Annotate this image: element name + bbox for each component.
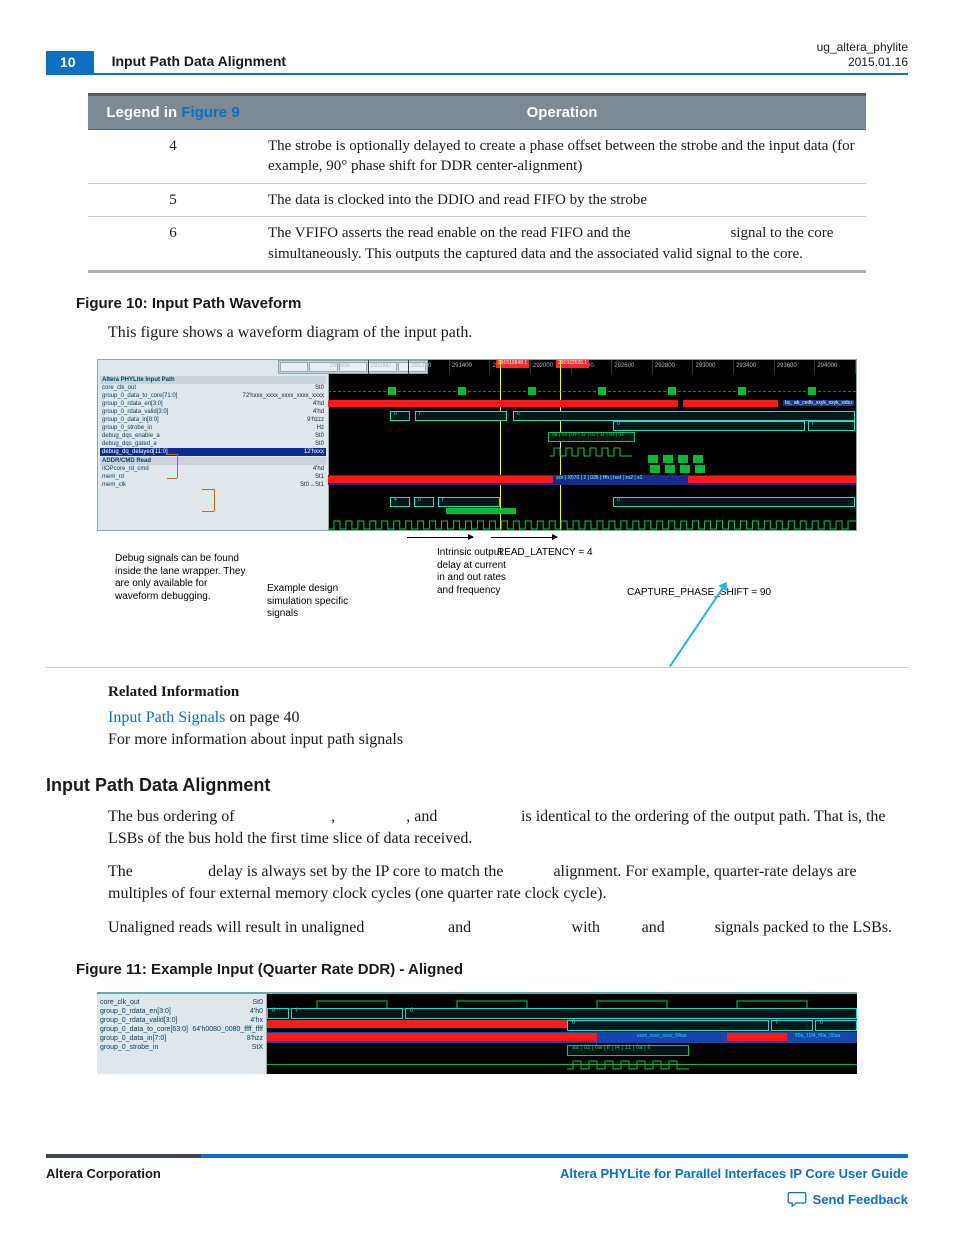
figure-11-title: Figure 11: Example Input (Quarter Rate D… xyxy=(76,961,908,978)
figure-11-plot: 0 f 0 0 f 0 xxxx_xxxx_xxxx_04aa ff0a_11f… xyxy=(267,994,857,1074)
figure-10-annotations: Debug signals can be found inside the la… xyxy=(97,531,857,641)
waveform-plot: bc_aded_cdee_cf89_cdaa ab_cedb_xxyk_xxyk… xyxy=(328,375,856,530)
page-number-chip: 10 xyxy=(46,51,94,73)
page-header: 10 Input Path Data Alignment ug_altera_p… xyxy=(46,40,908,75)
footer-company: Altera Corporation xyxy=(46,1166,161,1181)
input-path-signals-link[interactable]: Input Path Signals xyxy=(108,709,225,726)
annotation-read-latency: READ_LATENCY = 4 xyxy=(497,547,593,560)
legend-cell: 6 xyxy=(88,216,258,271)
figure-11-signal-list: core_clk_outSt0 group_0_rdata_en[3:0]4'h… xyxy=(97,994,267,1074)
annotation-debug: Debug signals can be found inside the la… xyxy=(115,553,250,603)
arrow-icon xyxy=(491,537,557,538)
table-row: 5 The data is clocked into the DDIO and … xyxy=(88,183,866,216)
figure-10-waveform: 2908002910002912002914002916002920002924… xyxy=(97,359,857,531)
figure-11-waveform: core_clk_outSt0 group_0_rdata_en[3:0]4'h… xyxy=(97,992,857,1074)
section-p1: The bus ordering of rdata_valid, rdata_e… xyxy=(108,806,908,849)
header-section-title: Input Path Data Alignment xyxy=(112,53,286,73)
annotation-example: Example design simulation specific signa… xyxy=(267,583,377,621)
waveform-timescale: 2908002910002912002914002916002920002924… xyxy=(328,360,856,374)
figure-10-caption: This figure shows a waveform diagram of … xyxy=(108,322,908,344)
toolbar-button-icon xyxy=(280,362,308,372)
divider-icon xyxy=(46,667,908,668)
red-bus-icon xyxy=(267,1020,567,1028)
section-p2: The rdata_en delay is always set by the … xyxy=(108,861,908,904)
section-heading: Input Path Data Alignment xyxy=(46,775,908,796)
th-legend: Legend in Figure 9 xyxy=(88,95,258,130)
operation-cell: The strobe is optionally delayed to crea… xyxy=(258,130,866,184)
table-row: 4 The strobe is optionally delayed to cr… xyxy=(88,130,866,184)
header-date: 2015.01.16 xyxy=(817,55,908,70)
related-line2: For more information about input path si… xyxy=(108,731,403,748)
related-info-heading: Related Information xyxy=(108,684,908,701)
operation-cell: The data is clocked into the DDIO and re… xyxy=(258,183,866,216)
annotation-capture-phase: CAPTURE_PHASE_SHIFT = 90 xyxy=(627,587,771,600)
figure-9-link[interactable]: Figure 9 xyxy=(181,104,239,121)
section-p3: Unaligned reads will result in unaligned… xyxy=(108,917,908,939)
legend-cell: 4 xyxy=(88,130,258,184)
legend-cell: 5 xyxy=(88,183,258,216)
operation-table: Legend in Figure 9 Operation 4 The strob… xyxy=(88,93,866,273)
table-row: 6 The VFIFO asserts the read enable on t… xyxy=(88,216,866,271)
header-doc-id: ug_altera_phylite xyxy=(817,40,908,55)
footer-rule-icon xyxy=(46,1154,908,1158)
send-feedback-link[interactable]: Send Feedback xyxy=(813,1192,908,1207)
figure-10-title: Figure 10: Input Path Waveform xyxy=(76,295,908,312)
page-footer: Altera Corporation Altera PHYLite for Pa… xyxy=(46,1154,908,1207)
signal-name-list: Altera PHYLite Input Path core_clk_outSt… xyxy=(100,390,326,489)
operation-cell: The VFIFO asserts the read enable on the… xyxy=(258,216,866,271)
red-bus-icon xyxy=(328,400,678,407)
th-operation: Operation xyxy=(258,95,866,130)
footer-guide-link[interactable]: Altera PHYLite for Parallel Interfaces I… xyxy=(560,1166,908,1181)
arrow-icon xyxy=(407,537,473,538)
speech-bubble-icon xyxy=(787,1191,807,1207)
related-suffix: on page 40 xyxy=(225,709,299,726)
